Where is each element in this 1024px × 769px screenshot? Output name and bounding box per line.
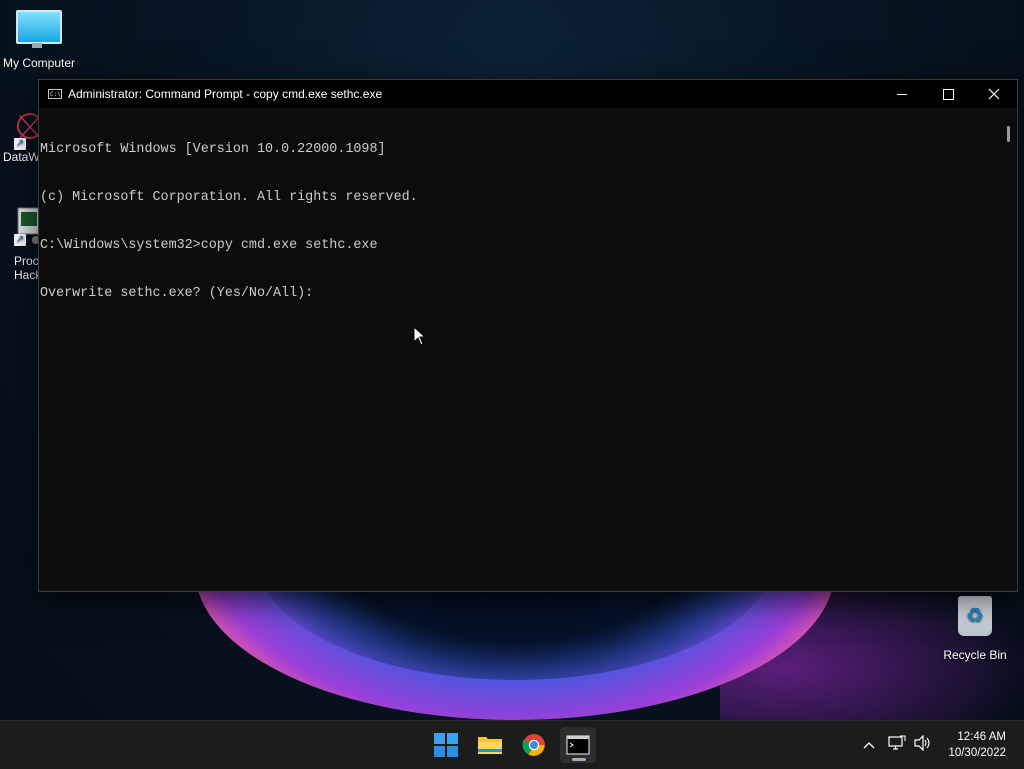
start-button[interactable]: [428, 727, 464, 763]
command-prompt-taskbar-button[interactable]: [560, 727, 596, 763]
desktop-icon-recycle-bin[interactable]: ♻ Recycle Bin: [938, 596, 1012, 662]
desktop-icon-label: My Computer: [2, 56, 76, 70]
desktop-icon-my-computer[interactable]: My Computer: [0, 10, 78, 70]
desktop-icon-label: Recycle Bin: [943, 648, 1007, 662]
show-hidden-icons-button[interactable]: [858, 736, 880, 754]
maximize-button[interactable]: [925, 80, 971, 108]
window-title: Administrator: Command Prompt - copy cmd…: [68, 87, 383, 101]
system-tray: [858, 721, 936, 769]
clock-time: 12:46 AM: [957, 731, 1006, 743]
shortcut-arrow-icon: ↗: [14, 138, 26, 150]
shortcut-arrow-icon: ↗: [14, 234, 26, 246]
cmd-icon: C:\: [48, 89, 62, 99]
active-indicator: [572, 758, 586, 761]
chrome-button[interactable]: [516, 727, 552, 763]
close-icon: [988, 88, 1000, 100]
console-line: (c) Microsoft Corporation. All rights re…: [40, 190, 418, 205]
scrollbar-thumb[interactable]: [1007, 126, 1010, 142]
console-line: Overwrite sethc.exe? (Yes/No/All):: [40, 286, 314, 301]
file-explorer-button[interactable]: [472, 727, 508, 763]
vertical-scrollbar[interactable]: [1001, 108, 1017, 591]
maximize-icon: [942, 88, 954, 100]
minimize-icon: [897, 93, 907, 95]
network-icon: [888, 735, 906, 750]
console-line: Microsoft Windows [Version 10.0.22000.10…: [40, 142, 386, 157]
clock-date: 10/30/2022: [948, 747, 1006, 759]
recycle-bin-icon: ♻: [958, 596, 992, 636]
volume-icon: [914, 734, 930, 751]
taskbar: 12:46 AM 10/30/2022: [0, 720, 1024, 769]
minimize-button[interactable]: [879, 80, 925, 108]
windows-logo-icon: [434, 733, 458, 757]
computer-icon: [16, 10, 62, 48]
volume-button[interactable]: [910, 734, 936, 756]
close-button[interactable]: [971, 80, 1017, 108]
console-line: C:\Windows\system32>copy cmd.exe sethc.e…: [40, 238, 378, 253]
command-prompt-window[interactable]: C:\ Administrator: Command Prompt - copy…: [38, 79, 1018, 592]
title-bar[interactable]: C:\ Administrator: Command Prompt - copy…: [39, 80, 1017, 108]
folder-icon: [478, 737, 502, 754]
clock[interactable]: 12:46 AM 10/30/2022: [948, 729, 1006, 761]
terminal-icon: [566, 735, 590, 755]
chevron-up-icon: [863, 742, 875, 749]
network-button[interactable]: [884, 735, 910, 756]
chrome-icon: [522, 734, 545, 756]
console-output[interactable]: Microsoft Windows [Version 10.0.22000.10…: [39, 108, 1001, 591]
